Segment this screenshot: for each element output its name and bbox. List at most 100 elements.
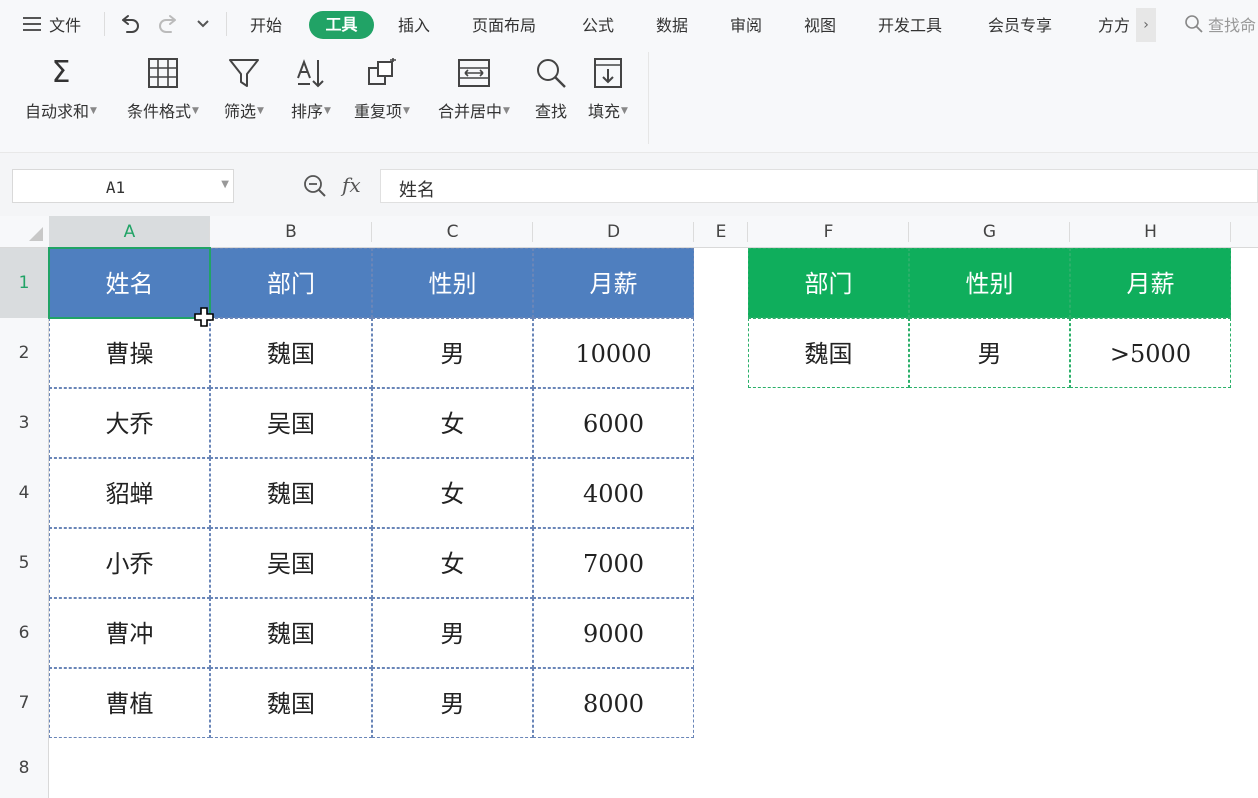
tab-page-layout[interactable]: 页面布局 bbox=[472, 12, 536, 36]
col-header-c[interactable]: C bbox=[372, 216, 533, 248]
table-cell[interactable]: 女 bbox=[372, 388, 533, 458]
table-cell[interactable]: 魏国 bbox=[210, 458, 372, 528]
row-header-1[interactable]: 1 bbox=[0, 248, 49, 318]
col-header-h[interactable]: H bbox=[1070, 216, 1231, 248]
main-menu-button[interactable]: 文件 bbox=[22, 12, 81, 36]
tab-developer[interactable]: 开发工具 bbox=[878, 12, 942, 36]
sort-icon bbox=[297, 59, 324, 88]
table-cell[interactable]: 男 bbox=[372, 598, 533, 668]
command-search-input[interactable]: 查找命 bbox=[1208, 12, 1256, 36]
table-cell[interactable]: 9000 bbox=[533, 598, 694, 668]
sort-button[interactable]: 排序▼ bbox=[282, 50, 340, 122]
fill-button[interactable]: 填充▼ bbox=[582, 50, 634, 122]
filter-label: 筛选 bbox=[224, 102, 257, 121]
table-cell[interactable]: 貂蝉 bbox=[49, 458, 210, 528]
merge-center-button[interactable]: 合并居中▼ bbox=[430, 50, 518, 122]
table-cell[interactable]: 吴国 bbox=[210, 388, 372, 458]
file-menu-label: 文件 bbox=[49, 16, 82, 35]
table-cell[interactable]: 大乔 bbox=[49, 388, 210, 458]
col-header-b[interactable]: B bbox=[210, 216, 372, 248]
conditional-format-button[interactable]: 条件格式▼ bbox=[118, 50, 208, 122]
tab-review[interactable]: 审阅 bbox=[730, 12, 762, 36]
col-header-overflow bbox=[1231, 216, 1258, 248]
criteria-header-cell[interactable]: 性别 bbox=[909, 248, 1070, 318]
tab-home[interactable]: 开始 bbox=[250, 12, 282, 36]
quick-access-dropdown-icon[interactable] bbox=[196, 18, 210, 30]
criteria-cell[interactable]: 魏国 bbox=[748, 318, 909, 388]
name-box[interactable]: A1 ▼ bbox=[12, 169, 234, 203]
spreadsheet-grid[interactable]: A B C D E F G H 1 2 3 4 5 6 7 8 姓名 部门 性别 月薪 曹操 魏国男 10000 大乔 吴国女 6… bbox=[0, 216, 1258, 798]
table-cell[interactable]: 魏国 bbox=[210, 318, 372, 388]
duplicates-icon bbox=[368, 58, 396, 85]
insert-function-button[interactable]: fx bbox=[342, 173, 361, 197]
chevron-down-icon[interactable]: ▼ bbox=[221, 179, 229, 190]
filter-button[interactable]: 筛选▼ bbox=[216, 50, 272, 122]
table-cell[interactable]: 6000 bbox=[533, 388, 694, 458]
row-header-5[interactable]: 5 bbox=[0, 528, 49, 598]
table-cell[interactable]: 魏国 bbox=[210, 598, 372, 668]
undo-icon[interactable] bbox=[118, 12, 142, 36]
row-header-7[interactable]: 7 bbox=[0, 668, 49, 738]
ribbon-toolbar: Σ 自动求和▼ 条件格式▼ 筛选▼ 排序▼ 重复项▼ 合并居中▼ 查找 填充▼ bbox=[0, 50, 650, 150]
formula-input[interactable]: 姓名 bbox=[380, 169, 1258, 203]
table-cell[interactable]: 男 bbox=[372, 668, 533, 738]
active-cell-border bbox=[48, 247, 211, 319]
tab-scroll-right-button[interactable]: › bbox=[1136, 8, 1156, 42]
row-header-3[interactable]: 3 bbox=[0, 388, 49, 458]
tab-insert[interactable]: 插入 bbox=[398, 12, 430, 36]
col-header-e[interactable]: E bbox=[694, 216, 748, 248]
tab-view[interactable]: 视图 bbox=[804, 12, 836, 36]
tab-formulas[interactable]: 公式 bbox=[582, 12, 614, 36]
table-cell[interactable]: 魏国 bbox=[210, 668, 372, 738]
select-all-corner[interactable] bbox=[0, 216, 49, 248]
find-label: 查找 bbox=[534, 102, 567, 121]
table-cell[interactable]: 女 bbox=[372, 528, 533, 598]
tab-member[interactable]: 会员专享 bbox=[988, 12, 1052, 36]
conditional-format-label: 条件格式 bbox=[127, 102, 192, 121]
autosum-button[interactable]: Σ 自动求和▼ bbox=[18, 50, 104, 122]
menu-bar: 文件 开始 工具 插入 页面布局 公式 数据 审阅 视图 开发工具 会员专享 方… bbox=[0, 0, 1258, 48]
table-cell[interactable]: 小乔 bbox=[49, 528, 210, 598]
redo-icon[interactable] bbox=[156, 12, 180, 36]
row-header-2[interactable]: 2 bbox=[0, 318, 49, 388]
dropdown-arrow-icon: ▼ bbox=[403, 106, 410, 116]
dropdown-arrow-icon: ▼ bbox=[257, 106, 264, 116]
table-cell[interactable]: 4000 bbox=[533, 458, 694, 528]
search-icon[interactable] bbox=[1184, 14, 1204, 34]
tab-data[interactable]: 数据 bbox=[656, 12, 688, 36]
filter-icon bbox=[229, 59, 259, 87]
col-header-g[interactable]: G bbox=[909, 216, 1070, 248]
tab-fangfang[interactable]: 方方 bbox=[1098, 12, 1130, 36]
magnifier-icon bbox=[537, 59, 566, 88]
table-header-cell[interactable]: 月薪 bbox=[533, 248, 694, 318]
criteria-header-cell[interactable]: 月薪 bbox=[1070, 248, 1231, 318]
table-cell[interactable]: 10000 bbox=[533, 318, 694, 388]
criteria-cell[interactable]: >5000 bbox=[1070, 318, 1231, 388]
duplicates-button[interactable]: 重复项▼ bbox=[346, 50, 418, 122]
criteria-cell[interactable]: 男 bbox=[909, 318, 1070, 388]
table-cell[interactable]: 曹冲 bbox=[49, 598, 210, 668]
sigma-icon: Σ bbox=[51, 55, 71, 90]
col-header-d[interactable]: D bbox=[533, 216, 694, 248]
table-cell[interactable]: 8000 bbox=[533, 668, 694, 738]
col-header-f[interactable]: F bbox=[748, 216, 909, 248]
zoom-formula-icon[interactable] bbox=[302, 173, 328, 199]
row-header-4[interactable]: 4 bbox=[0, 458, 49, 528]
col-header-a[interactable]: A bbox=[49, 216, 210, 248]
row-header-8[interactable]: 8 bbox=[0, 738, 49, 798]
tab-tools[interactable]: 工具 bbox=[309, 11, 374, 39]
menu-separator bbox=[226, 12, 227, 36]
row-header-6[interactable]: 6 bbox=[0, 598, 49, 668]
table-header-cell[interactable]: 性别 bbox=[372, 248, 533, 318]
table-header-cell[interactable]: 部门 bbox=[210, 248, 372, 318]
table-cell[interactable]: 吴国 bbox=[210, 528, 372, 598]
dropdown-arrow-icon: ▼ bbox=[503, 106, 510, 116]
find-button[interactable]: 查找 bbox=[528, 50, 574, 122]
table-cell[interactable]: 7000 bbox=[533, 528, 694, 598]
table-cell[interactable]: 曹植 bbox=[49, 668, 210, 738]
criteria-header-cell[interactable]: 部门 bbox=[748, 248, 909, 318]
table-cell[interactable]: 曹操 bbox=[49, 318, 210, 388]
table-cell[interactable]: 男 bbox=[372, 318, 533, 388]
dropdown-arrow-icon: ▼ bbox=[90, 106, 97, 116]
table-cell[interactable]: 女 bbox=[372, 458, 533, 528]
